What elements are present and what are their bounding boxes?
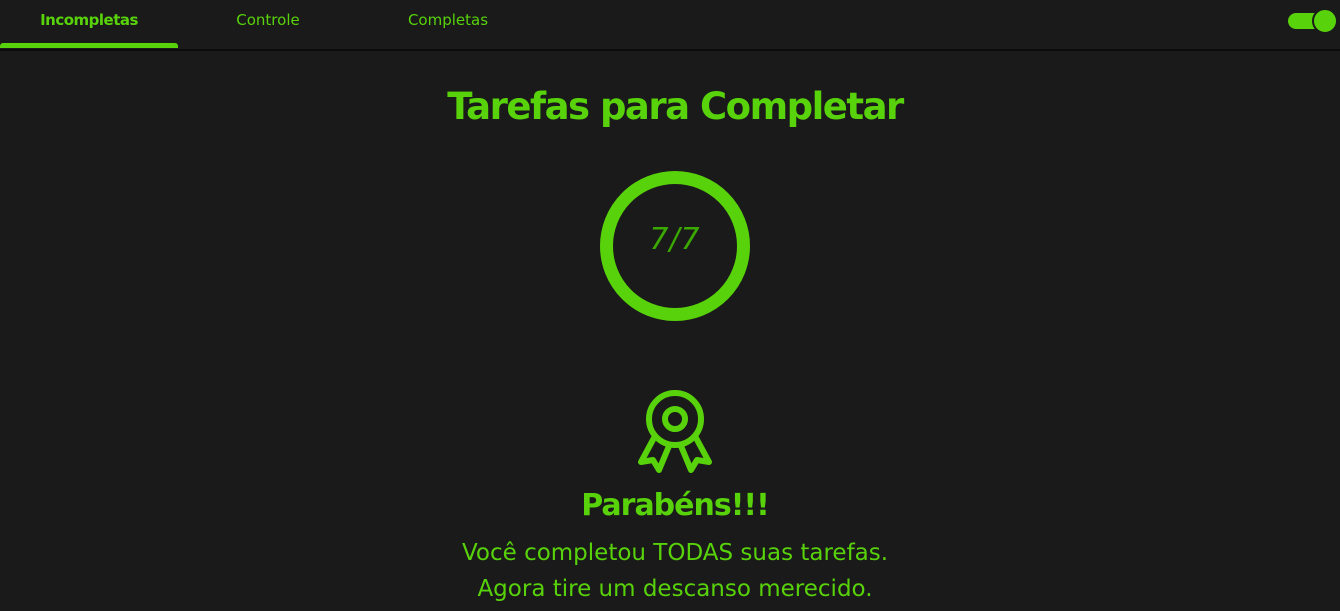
tab-label: Controle	[236, 11, 300, 29]
active-tab-indicator	[0, 43, 178, 48]
toggle-knob	[1312, 8, 1338, 34]
tab-label: Completas	[407, 11, 489, 29]
tab-label: Incompletas	[40, 11, 138, 29]
completion-message-line1: Você completou TODAS suas tarefas.	[461, 540, 889, 566]
progress-count: 7/7	[649, 222, 701, 257]
tab-incompletas[interactable]: Incompletas	[0, 0, 178, 48]
tab-completas[interactable]: Completas	[358, 0, 538, 48]
congrats-heading: Parabéns!!!	[581, 488, 770, 523]
tab-controle[interactable]: Controle	[178, 0, 358, 48]
completion-message-line2: Agora tire um descanso merecido.	[477, 576, 873, 602]
page-title: Tarefas para Completar	[447, 85, 904, 128]
award-ribbon-icon	[638, 390, 712, 473]
top-nav-bar: Incompletas Controle Completas	[0, 0, 1340, 51]
theme-toggle-switch[interactable]	[1288, 8, 1338, 34]
